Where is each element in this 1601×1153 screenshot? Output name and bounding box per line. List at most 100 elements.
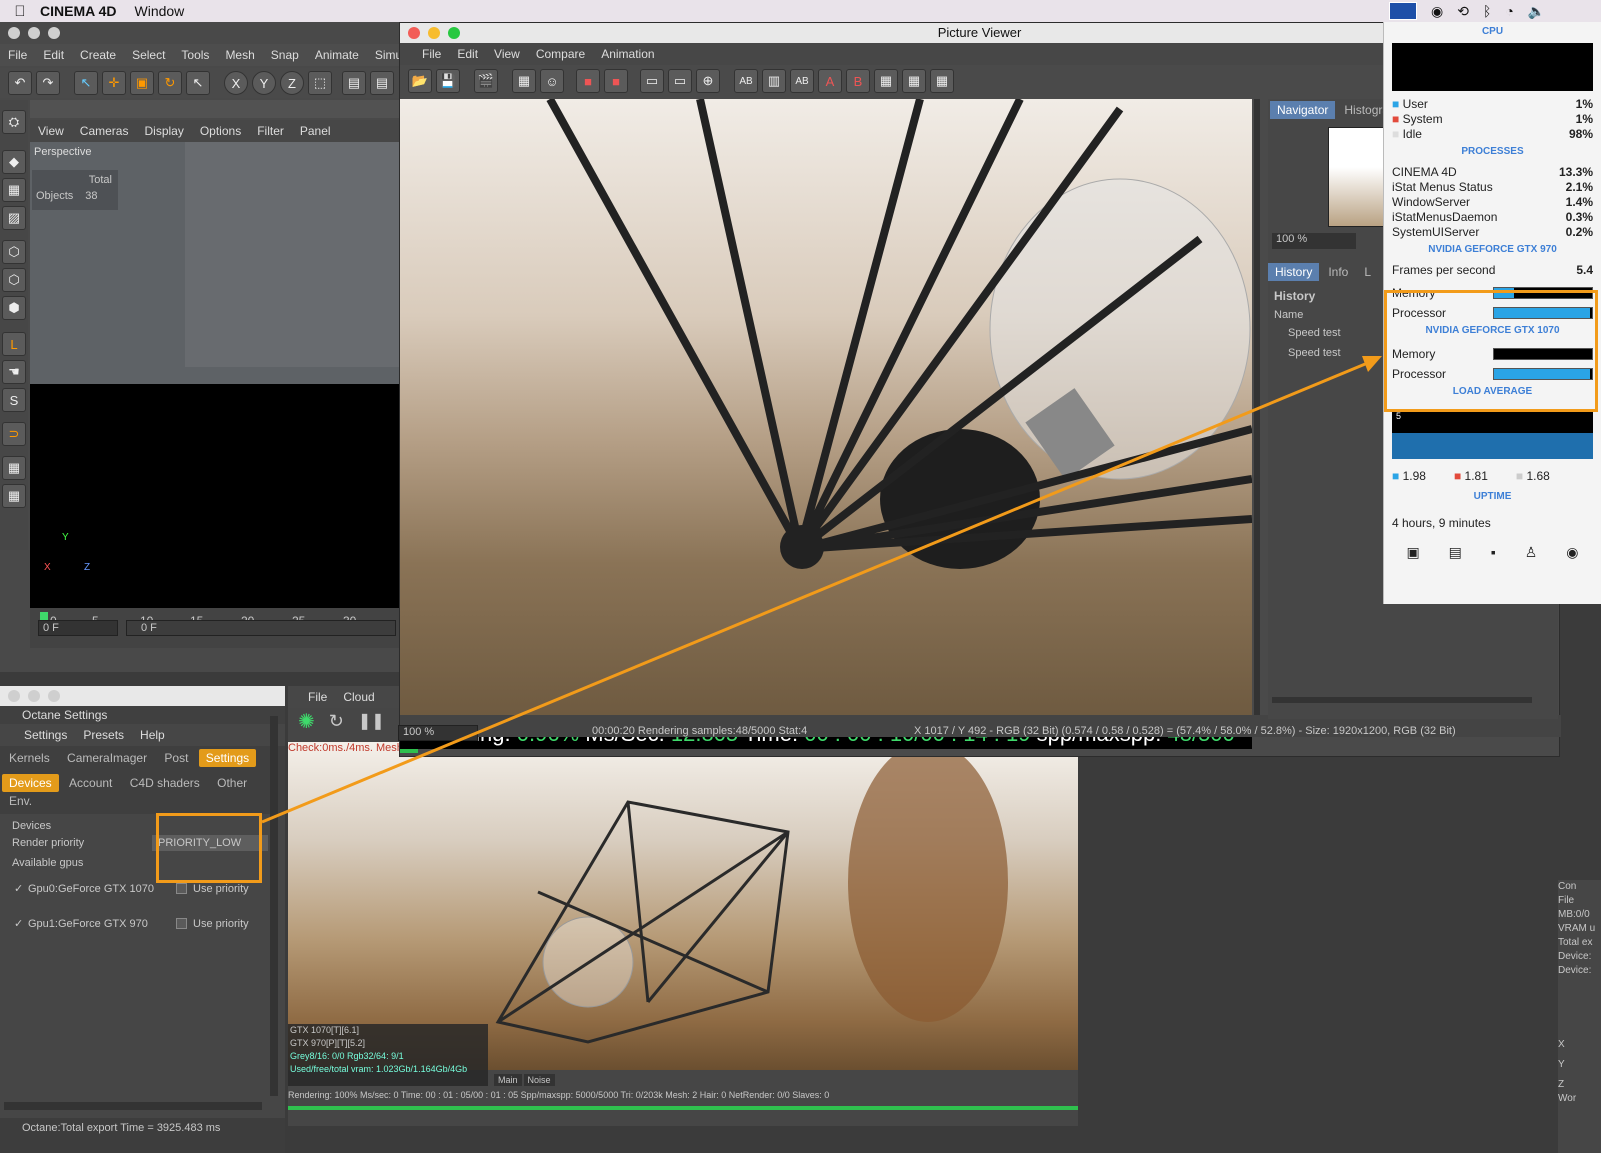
tab-post[interactable]: Post [157,749,195,767]
tweak-icon[interactable]: ☚ [2,360,26,384]
bluetooth-icon[interactable]: ᛒ [1483,3,1491,19]
nvidia-icon[interactable]: ◉ [1431,3,1443,20]
axis-z-button[interactable]: Z [280,71,304,95]
pv-zoom-button[interactable] [448,27,460,39]
live-select-icon[interactable]: ↖ [186,71,210,95]
grid2-icon[interactable]: ▦ [2,484,26,508]
subtab-env[interactable]: Env. [2,792,39,810]
menu-window[interactable]: Window [135,3,185,19]
save-icon[interactable]: 💾 [436,69,460,93]
console-icon[interactable]: ▤ [1449,544,1462,561]
menu-snap[interactable]: Snap [263,48,307,62]
menu-mesh[interactable]: Mesh [217,48,262,62]
set-b-icon[interactable]: B [846,69,870,93]
octane-menu-presets[interactable]: Presets [75,728,132,742]
filmstrip-icon[interactable]: ▦ [512,69,536,93]
gpu1-priority-checkbox[interactable] [176,918,187,929]
compare-a-icon[interactable]: ▭ [640,69,664,93]
menu-create[interactable]: Create [72,48,124,62]
pv-zoom-field[interactable]: 100 % [398,725,478,741]
viewport-menu-options[interactable]: Options [192,124,249,138]
terminal-icon[interactable]: ▪ [1491,544,1496,561]
subtab-c4d-shaders[interactable]: C4D shaders [123,774,207,792]
frame-field[interactable]: 0 F [38,620,118,636]
pv-vscroll[interactable] [1254,99,1260,719]
pv-menu-animation[interactable]: Animation [593,47,662,61]
istat-menu-icon[interactable] [1389,2,1417,20]
menu-edit[interactable]: Edit [35,48,72,62]
close-button[interactable] [8,27,20,39]
mini-tab-noise[interactable]: Noise [523,1074,555,1086]
edges-mode-icon[interactable]: ⬡ [2,268,26,292]
history-hscroll[interactable] [1272,697,1532,703]
texture-mode-icon[interactable]: ▦ [2,178,26,202]
viewport-menu-filter[interactable]: Filter [249,124,292,138]
polygons-mode-icon[interactable]: ⬢ [2,296,26,320]
wifi-icon[interactable]: ◔ [1505,3,1513,19]
pv-menu-edit[interactable]: Edit [449,47,486,61]
activity-monitor-icon[interactable]: ▣ [1406,544,1419,561]
pv-menu-view[interactable]: View [486,47,528,61]
model-mode-icon[interactable]: ⛭ [2,110,26,134]
octane-hscrollbar[interactable] [4,1102,262,1110]
octane-logo-icon[interactable]: ✺ [298,709,315,734]
gpu0-checkbox[interactable]: ✓ [14,882,28,895]
tab-layers[interactable]: L [1357,263,1378,281]
magnet-icon[interactable]: ⊃ [2,422,26,446]
tab-info[interactable]: Info [1321,263,1355,281]
ab-icon[interactable]: AB [734,69,758,93]
history-item-0[interactable]: Speed test [1288,327,1341,339]
ab-split-icon[interactable]: ▥ [762,69,786,93]
live-menu-file[interactable]: File [300,690,335,704]
layout3-icon[interactable]: ▦ [930,69,954,93]
sysinfo-icon[interactable]: ♙ [1525,544,1538,561]
tab-settings[interactable]: Settings [198,749,257,767]
snap-icon[interactable]: S [2,388,26,412]
tab-history[interactable]: History [1268,263,1320,281]
compare-b-icon[interactable]: ▭ [668,69,692,93]
clapper-icon[interactable]: 🎬 [474,69,498,93]
octane-menu-help[interactable]: Help [132,728,173,742]
octane-zoom-button[interactable] [48,690,60,702]
tab-navigator[interactable]: Navigator [1270,101,1336,119]
stop-all-icon[interactable]: ■ [604,69,628,93]
apple-icon[interactable]:  [0,3,40,20]
object-mode-icon[interactable]: ◆ [2,150,26,174]
pv-menu-file[interactable]: File [414,47,449,61]
octane-minimize-button[interactable] [28,690,40,702]
set-a-icon[interactable]: A [818,69,842,93]
rotate-icon[interactable]: ↻ [158,71,182,95]
redo-icon[interactable]: ↷ [36,71,60,95]
layout2-icon[interactable]: ▦ [902,69,926,93]
viewport[interactable]: Perspective Total Objects 38 Y X Z [30,142,400,608]
tab-kernels[interactable]: Kernels [2,749,57,767]
open-icon[interactable]: 📂 [408,69,432,93]
workplane-icon[interactable]: ▨ [2,206,26,230]
minimize-button[interactable] [28,27,40,39]
subtab-other[interactable]: Other [210,774,254,792]
stop-icon[interactable]: ■ [576,69,600,93]
nav-zoom-field[interactable]: 100 % [1272,233,1356,249]
time-machine-icon[interactable]: ⟲ [1457,3,1469,20]
points-mode-icon[interactable]: ⬡ [2,240,26,264]
ab-diff-icon[interactable]: AB [790,69,814,93]
mini-tab-main[interactable]: Main [494,1074,522,1086]
viewport-menu-view[interactable]: View [30,124,72,138]
axis-y-button[interactable]: Y [252,71,276,95]
coord-system-icon[interactable]: ⬚ [308,71,332,95]
octane-close-button[interactable] [8,690,20,702]
pv-menu-compare[interactable]: Compare [528,47,593,61]
render-person-icon[interactable]: ☺ [540,69,564,93]
pv-render-image[interactable] [400,99,1252,719]
move-tool-icon[interactable]: ↖ [74,71,98,95]
menu-tools[interactable]: Tools [173,48,217,62]
tab-cameraimager[interactable]: CameraImager [60,749,154,767]
render-view-icon[interactable]: ▤ [342,71,366,95]
octane-menu-settings[interactable]: Settings [16,728,75,742]
layout1-icon[interactable]: ▦ [874,69,898,93]
menu-select[interactable]: Select [124,48,173,62]
subtab-account[interactable]: Account [62,774,119,792]
pv-close-button[interactable] [408,27,420,39]
gpu1-checkbox[interactable]: ✓ [14,917,28,930]
move-cross-icon[interactable]: ✛ [102,71,126,95]
